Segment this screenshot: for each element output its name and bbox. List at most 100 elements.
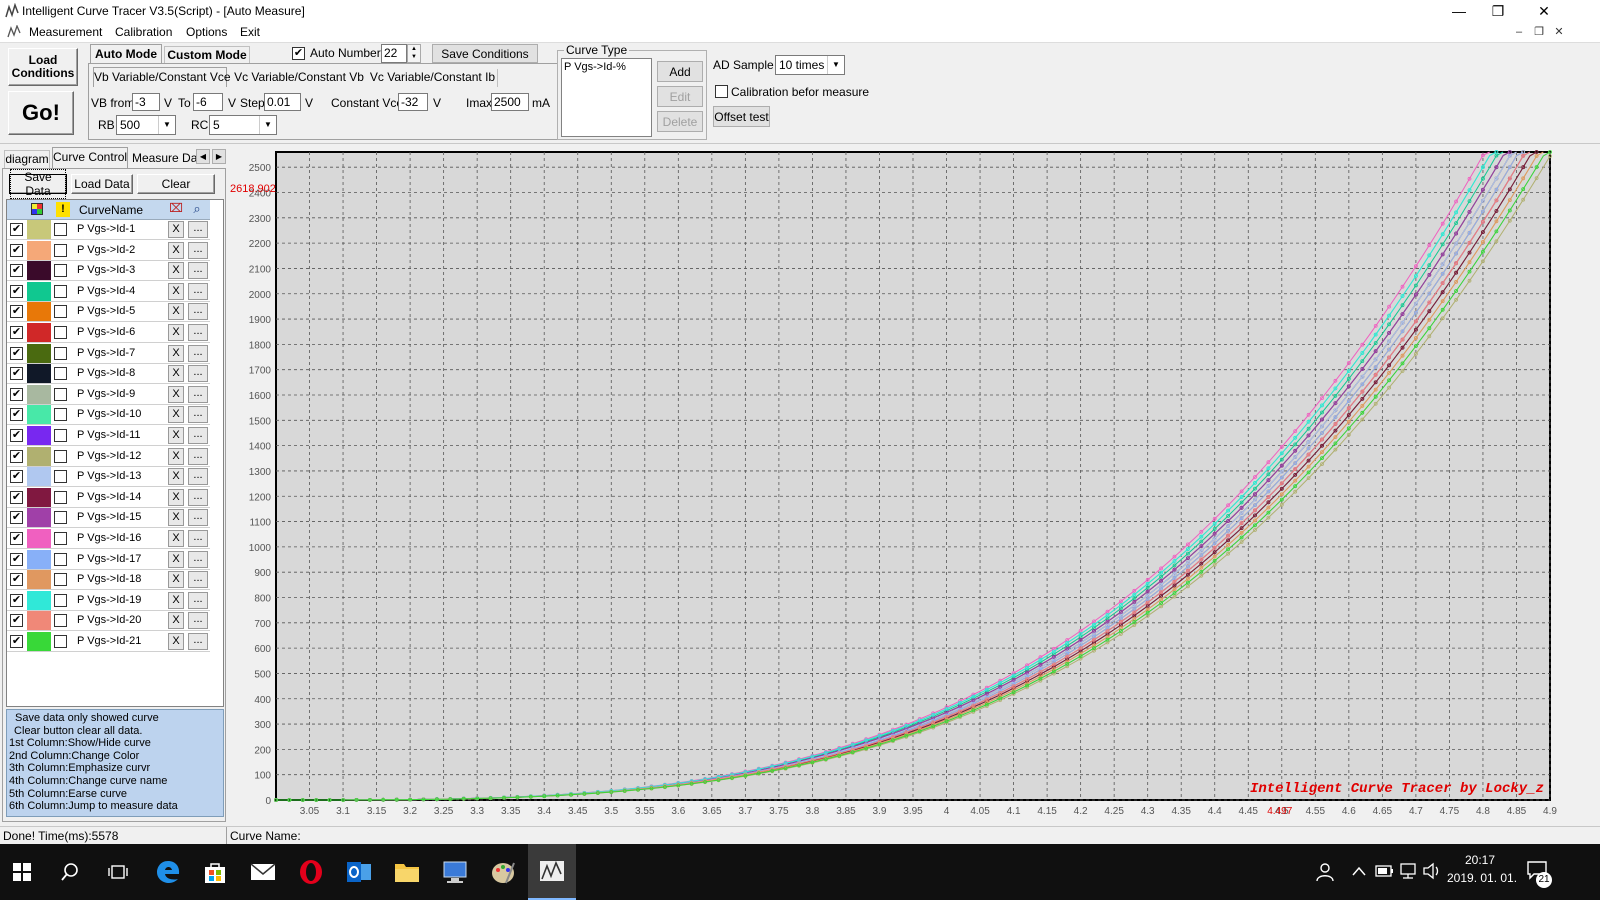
curve-chart[interactable]: 3.05 3.1 3.15 3.2 3.25 3.3 3.35 3.4 3.45 3.5 3.55 3… [228, 144, 1600, 826]
chart-area[interactable]: 3.05 3.1 3.15 3.2 3.25 3.3 3.35 3.4 3.45 3.5 3.55 3… [228, 144, 1600, 826]
curve-color-swatch[interactable] [27, 220, 51, 239]
show-curve-checkbox[interactable]: ✔ [10, 305, 23, 319]
erase-curve-button[interactable]: X [168, 262, 184, 280]
erase-curve-button[interactable]: X [168, 282, 184, 300]
clear-button[interactable]: Clear [137, 174, 215, 194]
emphasize-checkbox[interactable] [54, 614, 67, 628]
emphasize-checkbox[interactable] [54, 326, 67, 339]
curve-color-swatch[interactable] [27, 508, 51, 528]
curve-row[interactable]: ✔ P Vgs->Id-10 X... [7, 405, 210, 426]
curve-row[interactable]: ✔ P Vgs->Id-20 X... [7, 611, 210, 632]
erase-curve-button[interactable]: X [168, 406, 184, 424]
curve-name[interactable]: P Vgs->Id-9 [77, 388, 135, 400]
curve-name[interactable]: P Vgs->Id-16 [77, 532, 141, 544]
curve-name[interactable]: P Vgs->Id-19 [77, 594, 141, 606]
curve-color-swatch[interactable] [27, 632, 51, 651]
mdi-close-button[interactable]: ✕ [1550, 24, 1568, 40]
curve-row[interactable]: ✔ P Vgs->Id-5 X... [7, 302, 210, 323]
emphasize-checkbox[interactable] [54, 346, 67, 360]
save-conditions-button[interactable]: Save Conditions [432, 44, 538, 63]
curve-color-swatch[interactable] [27, 570, 51, 590]
curve-name[interactable]: P Vgs->Id-20 [77, 614, 141, 626]
curve-row[interactable]: ✔ P Vgs->Id-15 X... [7, 508, 210, 529]
erase-curve-button[interactable]: X [168, 385, 184, 403]
curve-row[interactable]: ✔ P Vgs->Id-1 X... [7, 220, 210, 240]
show-curve-checkbox[interactable]: ✔ [10, 614, 23, 628]
show-curve-checkbox[interactable]: ✔ [10, 532, 23, 545]
curve-color-swatch[interactable] [27, 323, 51, 342]
menu-options[interactable]: Options [186, 25, 227, 39]
emphasize-checkbox[interactable] [54, 532, 67, 545]
edit-curve-type-button[interactable]: Edit [657, 86, 703, 107]
curve-row[interactable]: ✔ P Vgs->Id-8 X... [7, 364, 210, 385]
curve-row[interactable]: ✔ P Vgs->Id-6 X... [7, 323, 210, 343]
curve-color-swatch[interactable] [27, 281, 51, 301]
jump-to-data-button[interactable]: ... [188, 468, 208, 486]
constant-vce-input[interactable]: -32 [398, 93, 428, 111]
show-curve-checkbox[interactable]: ✔ [10, 284, 23, 298]
show-curve-checkbox[interactable]: ✔ [10, 635, 23, 648]
tab-custom-mode[interactable]: Custom Mode [164, 46, 250, 64]
curve-color-swatch[interactable] [27, 446, 51, 466]
jump-to-data-button[interactable]: ... [188, 365, 208, 383]
curve-color-swatch[interactable] [27, 302, 51, 322]
erase-curve-button[interactable]: X [168, 509, 184, 527]
tab-vb-variable[interactable]: Vb Variable/Constant Vce [93, 67, 231, 87]
emphasize-checkbox[interactable] [54, 408, 67, 422]
save-data-button[interactable]: Save Data [9, 169, 67, 199]
ad-sample-select[interactable]: 10 times ▼ [775, 55, 845, 75]
erase-curve-button[interactable]: X [168, 550, 184, 568]
curve-name[interactable]: P Vgs->Id-4 [77, 285, 135, 297]
jump-to-data-button[interactable]: ... [188, 221, 208, 238]
erase-curve-button[interactable]: X [168, 221, 184, 238]
emphasize-checkbox[interactable] [54, 367, 67, 381]
curve-color-swatch[interactable] [27, 405, 51, 425]
curve-color-swatch[interactable] [27, 611, 51, 631]
outlook-button[interactable] [339, 852, 379, 892]
curve-name[interactable]: P Vgs->Id-17 [77, 553, 141, 565]
show-curve-checkbox[interactable]: ✔ [10, 490, 23, 504]
search-button[interactable] [50, 852, 90, 892]
jump-to-data-button[interactable]: ... [188, 344, 208, 362]
tab-auto-mode[interactable]: Auto Mode [90, 44, 162, 64]
show-curve-checkbox[interactable]: ✔ [10, 264, 23, 278]
volume-icon[interactable] [1422, 862, 1442, 880]
curve-row[interactable]: ✔ P Vgs->Id-14 X... [7, 487, 210, 508]
jump-to-data-button[interactable]: ... [188, 612, 208, 630]
tab-vc-variable-ib[interactable]: Vc Variable/Constant Ib [368, 69, 498, 87]
tab-diagram[interactable]: diagram [4, 150, 50, 168]
emphasize-checkbox[interactable] [54, 264, 67, 278]
emphasize-checkbox[interactable] [54, 511, 67, 525]
go-button[interactable]: Go! [8, 91, 74, 135]
menu-calibration[interactable]: Calibration [115, 25, 172, 39]
show-curve-checkbox[interactable]: ✔ [10, 573, 23, 587]
curve-name[interactable]: P Vgs->Id-5 [77, 305, 135, 317]
paint-app-button[interactable] [483, 852, 523, 892]
emphasize-checkbox[interactable] [54, 635, 67, 648]
erase-curve-button[interactable]: X [168, 488, 184, 506]
erase-curve-button[interactable]: X [168, 303, 184, 321]
curve-name[interactable]: P Vgs->Id-12 [77, 450, 141, 462]
emphasize-checkbox[interactable] [54, 284, 67, 298]
jump-to-data-button[interactable]: ... [188, 633, 208, 650]
offset-test-button[interactable]: Offset test [713, 106, 770, 127]
show-curve-checkbox[interactable]: ✔ [10, 511, 23, 525]
erase-curve-button[interactable]: X [168, 591, 184, 609]
jump-to-data-button[interactable]: ... [188, 241, 208, 259]
menu-exit[interactable]: Exit [240, 25, 260, 39]
jump-to-data-button[interactable]: ... [188, 303, 208, 321]
emphasize-checkbox[interactable] [54, 490, 67, 504]
curve-row[interactable]: ✔ P Vgs->Id-13 X... [7, 467, 210, 488]
show-curve-checkbox[interactable]: ✔ [10, 552, 23, 566]
step-input[interactable]: 0.01 [264, 93, 301, 111]
rc-select[interactable]: 5 ▼ [209, 115, 277, 135]
curve-color-swatch[interactable] [27, 240, 51, 260]
jump-to-data-button[interactable]: ... [188, 447, 208, 465]
emphasize-checkbox[interactable] [54, 470, 67, 484]
curve-name[interactable]: P Vgs->Id-14 [77, 491, 141, 503]
curve-color-swatch[interactable] [27, 343, 51, 363]
show-curve-checkbox[interactable]: ✔ [10, 346, 23, 360]
people-icon[interactable] [1316, 862, 1334, 882]
battery-icon[interactable] [1375, 863, 1395, 879]
curve-color-swatch[interactable] [27, 261, 51, 281]
